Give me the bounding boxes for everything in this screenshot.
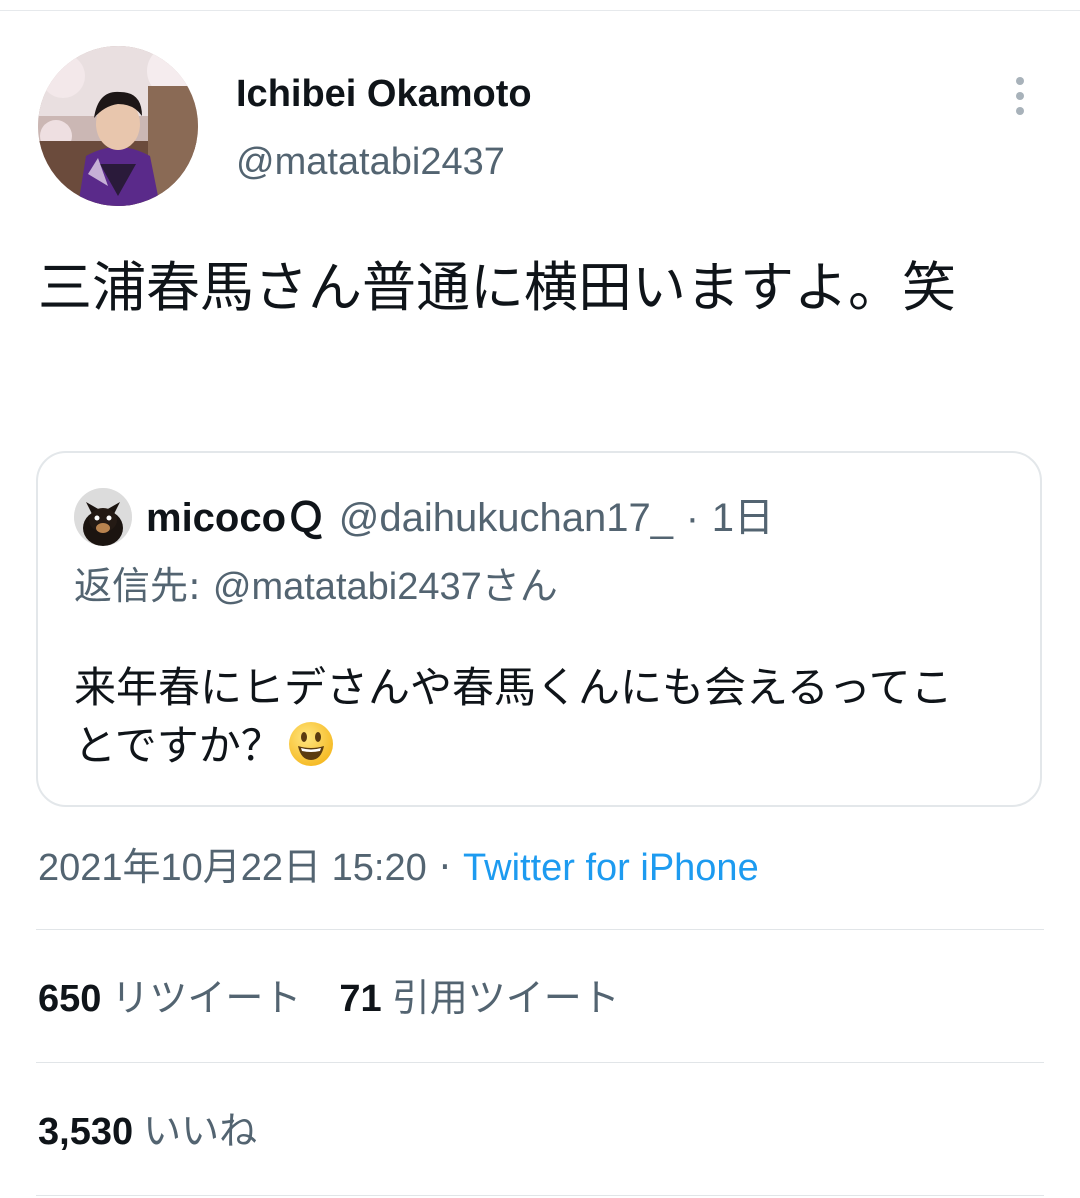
tweet-source-link[interactable]: Twitter for iPhone bbox=[463, 847, 759, 889]
quote-count: 71 bbox=[339, 978, 382, 1020]
like-count: 3,530 bbox=[38, 1111, 134, 1153]
retweets-stat[interactable]: 650 リツイート bbox=[38, 976, 301, 1020]
quoted-text: 来年春にヒデさんや春馬くんにも会えるってことですか？ bbox=[74, 659, 994, 783]
more-options-icon[interactable] bbox=[1000, 72, 1040, 120]
author-avatar[interactable] bbox=[38, 46, 198, 206]
quoted-reply-context: 返信先: @matatabi2437さん bbox=[74, 561, 558, 612]
likes-stats-row: 3,530 いいね bbox=[38, 1107, 257, 1156]
reply-label: 返信先: bbox=[74, 564, 213, 608]
quoted-avatar bbox=[74, 488, 132, 546]
top-divider bbox=[0, 10, 1080, 11]
tweet-text: 三浦春馬さん普通に横田いますよ。笑 bbox=[38, 256, 956, 319]
divider bbox=[36, 1062, 1044, 1063]
author-handle[interactable]: @matatabi2437 bbox=[236, 138, 532, 186]
more-dot bbox=[1016, 77, 1024, 85]
more-dot bbox=[1016, 107, 1024, 115]
reply-handle: @matatabi2437 bbox=[212, 566, 482, 608]
reply-suffix: さん bbox=[481, 564, 558, 608]
retweet-label: リツイート bbox=[111, 976, 302, 1020]
quoted-tweet-card[interactable]: micocoＱ @daihukuchan17_ · 1日 返信先: @matat… bbox=[36, 451, 1042, 807]
author-display-name[interactable]: Ichibei Okamoto bbox=[236, 70, 532, 118]
quoted-text-body: 来年春にヒデさんや春馬くんにも会えるってことですか？ bbox=[74, 663, 953, 770]
divider bbox=[36, 1195, 1044, 1196]
more-dot bbox=[1016, 92, 1024, 100]
retweet-count: 650 bbox=[38, 978, 102, 1020]
divider bbox=[36, 929, 1044, 930]
quoted-time: 1日 bbox=[711, 496, 774, 540]
tweet-meta: 2021年10月22日 15:20 · Twitter for iPhone bbox=[38, 843, 759, 892]
quoted-header: micocoＱ @daihukuchan17_ · 1日 bbox=[146, 493, 774, 543]
quoted-display-name: micocoＱ bbox=[146, 496, 327, 540]
smiling-face-emoji-icon bbox=[287, 720, 335, 783]
quote-tweets-stat[interactable]: 71 引用ツイート bbox=[339, 976, 619, 1020]
quote-label: 引用ツイート bbox=[391, 976, 620, 1020]
quoted-handle: @daihukuchan17_ bbox=[338, 496, 673, 540]
author-block[interactable]: Ichibei Okamoto @matatabi2437 bbox=[236, 70, 532, 186]
quoted-separator: · bbox=[685, 496, 700, 540]
like-label: いいね bbox=[143, 1109, 258, 1153]
meta-separator: · bbox=[438, 845, 451, 889]
engagement-stats-row: 650 リツイート 71 引用ツイート bbox=[38, 974, 620, 1023]
likes-stat[interactable]: 3,530 いいね bbox=[38, 1109, 257, 1153]
tweet-timestamp[interactable]: 2021年10月22日 15:20 bbox=[38, 847, 427, 889]
